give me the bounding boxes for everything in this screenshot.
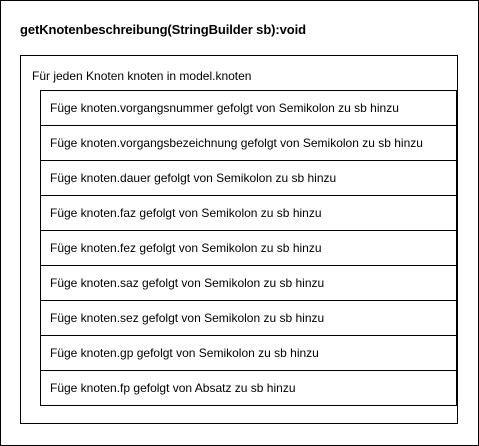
statement-text: Füge knoten.vorgangsnummer gefolgt von S… bbox=[50, 101, 399, 115]
statement-block: Füge knoten.faz gefolgt von Semikolon zu… bbox=[40, 195, 457, 230]
statement-block: Füge knoten.fez gefolgt von Semikolon zu… bbox=[40, 230, 457, 265]
statement-text: Füge knoten.gp gefolgt von Semikolon zu … bbox=[50, 346, 319, 360]
statement-text: Füge knoten.fp gefolgt von Absatz zu sb … bbox=[50, 381, 296, 395]
loop-header: Für jeden Knoten knoten in model.knoten bbox=[32, 69, 252, 83]
statement-block: Füge knoten.fp gefolgt von Absatz zu sb … bbox=[40, 370, 457, 406]
statement-block: Füge knoten.saz gefolgt von Semikolon zu… bbox=[40, 265, 457, 300]
method-signature-title: getKnotenbeschreibung(StringBuilder sb):… bbox=[20, 22, 306, 37]
statement-block: Füge knoten.vorgangsnummer gefolgt von S… bbox=[40, 90, 457, 125]
statement-text: Füge knoten.faz gefolgt von Semikolon zu… bbox=[50, 206, 322, 220]
for-each-loop-block: Für jeden Knoten knoten in model.knoten … bbox=[20, 55, 458, 424]
loop-body: Füge knoten.vorgangsnummer gefolgt von S… bbox=[40, 90, 457, 408]
statement-text: Füge knoten.saz gefolgt von Semikolon zu… bbox=[50, 276, 325, 290]
statement-text: Füge knoten.vorgangsbezeichnung gefolgt … bbox=[50, 136, 423, 150]
statement-block: Füge knoten.vorgangsbezeichnung gefolgt … bbox=[40, 125, 457, 160]
statement-block: Füge knoten.sez gefolgt von Semikolon zu… bbox=[40, 300, 457, 335]
statement-text: Füge knoten.fez gefolgt von Semikolon zu… bbox=[50, 241, 322, 255]
nassi-shneiderman-diagram: getKnotenbeschreibung(StringBuilder sb):… bbox=[0, 0, 479, 446]
statement-text: Füge knoten.dauer gefolgt von Semikolon … bbox=[50, 171, 337, 185]
statement-block: Füge knoten.gp gefolgt von Semikolon zu … bbox=[40, 335, 457, 370]
statement-block: Füge knoten.dauer gefolgt von Semikolon … bbox=[40, 160, 457, 195]
statement-text: Füge knoten.sez gefolgt von Semikolon zu… bbox=[50, 311, 325, 325]
